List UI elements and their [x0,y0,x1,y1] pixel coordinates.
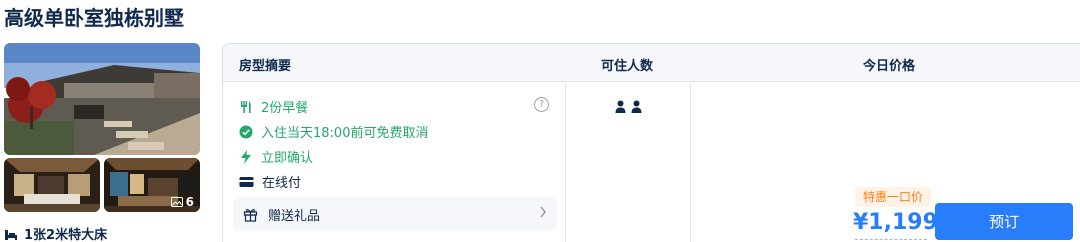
living-room-image [4,158,100,212]
price-underline [855,239,927,240]
room-photo-main[interactable] [4,43,200,155]
gift-label: 赠送礼品 [268,208,321,224]
person-icon [615,100,626,113]
person-icon [631,100,642,113]
column-divider [690,82,691,242]
bed-info: 1张2米特大床 [4,224,107,242]
header-summary: 房型摘要 [239,59,292,74]
feature-text: 立即确认 [261,151,314,166]
column-divider [565,82,566,242]
deal-badge: 特惠一口价 [855,187,932,207]
table-header: 房型摘要 可住人数 今日价格 [223,44,1080,82]
feature-online-pay: 在线付 [239,172,301,191]
bed-label: 1张2米特大床 [24,228,108,242]
header-guests: 可住人数 [601,59,654,74]
gift-icon [243,208,258,222]
feature-text: 在线付 [262,176,302,191]
book-button[interactable]: 预订 [935,203,1073,240]
chevron-right-icon [539,206,547,222]
gallery-icon [170,197,183,207]
help-icon[interactable]: ? [534,97,549,112]
feature-instant-confirm: 立即确认 [239,147,313,166]
guest-capacity [615,100,642,113]
bed-icon [5,229,17,240]
gift-row[interactable]: 赠送礼品 [233,197,557,231]
feature-text: 2份早餐 [261,101,309,116]
header-price: 今日价格 [863,59,916,74]
utensils-icon [241,100,251,113]
price[interactable]: ¥1,199 [853,210,938,235]
feature-text: 入住当天18:00前可免费取消 [261,126,429,141]
credit-card-icon [239,176,254,187]
courtyard-image [4,43,200,155]
room-offer-table: 房型摘要 可住人数 今日价格 2份早餐 ? 入住当天18:00前可免费取消 立即… [222,43,1080,242]
room-title: 高级单卧室独栋别墅 [4,6,184,30]
feature-free-cancel: 入住当天18:00前可免费取消 [239,122,428,141]
feature-breakfast: 2份早餐 [239,97,308,116]
photo-count-value: 6 [185,195,194,209]
room-photo-thumb-2[interactable]: 6 [104,158,200,212]
check-circle-icon [239,125,253,138]
lightning-icon [241,149,251,164]
photo-count[interactable]: 6 [170,195,194,209]
room-photo-thumb-1[interactable] [4,158,100,212]
